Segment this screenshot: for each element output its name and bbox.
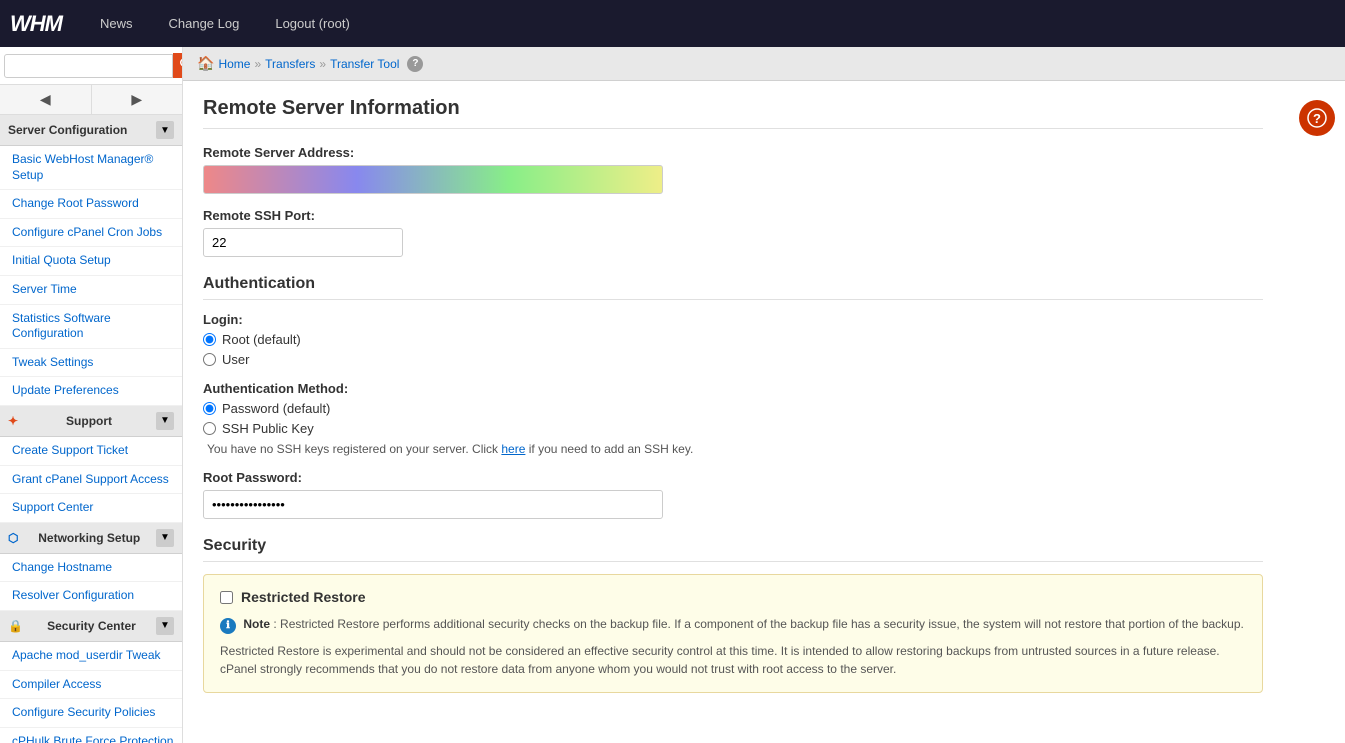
login-root-option[interactable]: Root (default): [203, 332, 1263, 347]
breadcrumb: 🏠 Home » Transfers » Transfer Tool ?: [183, 47, 1345, 81]
auth-ssh-option[interactable]: SSH Public Key: [203, 421, 1263, 436]
security-desc-text: Restricted Restore is experimental and s…: [220, 642, 1246, 678]
section-label-networking-setup: Networking Setup: [38, 531, 140, 545]
note-text: : Restricted Restore performs additional…: [273, 617, 1244, 631]
security-section-title: Security: [203, 537, 1263, 562]
login-user-label: User: [222, 352, 249, 367]
nav-back-button[interactable]: ◀: [0, 85, 92, 114]
note-icon: ℹ: [220, 618, 236, 634]
sidebar-item-configure-cpanel-cron[interactable]: Configure cPanel Cron Jobs: [0, 219, 182, 248]
sidebar-item-change-hostname[interactable]: Change Hostname: [0, 554, 182, 583]
sidebar-item-apache-mod-userdir[interactable]: Apache mod_userdir Tweak: [0, 642, 182, 671]
sidebar-item-statistics-software[interactable]: Statistics Software Configuration: [0, 305, 182, 349]
logout-link[interactable]: Logout (root): [267, 12, 357, 35]
section-toggle-networking-setup[interactable]: ▼: [156, 529, 174, 547]
sidebar-item-tweak-settings[interactable]: Tweak Settings: [0, 349, 182, 378]
restricted-restore-row: Restricted Restore: [220, 589, 1246, 605]
section-label-support: Support: [66, 414, 112, 428]
sidebar-item-resolver-config[interactable]: Resolver Configuration: [0, 582, 182, 611]
page-body: Remote Server Information Remote Server …: [183, 81, 1283, 709]
restricted-restore-label: Restricted Restore: [241, 589, 366, 605]
login-label: Login:: [203, 312, 1263, 327]
sidebar-item-basic-webhost-setup[interactable]: Basic WebHost Manager® Setup: [0, 146, 182, 190]
breadcrumb-transfers[interactable]: Transfers: [265, 57, 315, 71]
login-radio-group: Root (default) User: [203, 332, 1263, 367]
breadcrumb-sep2: »: [319, 57, 326, 71]
root-password-input[interactable]: [203, 490, 663, 519]
remote-ssh-port-label: Remote SSH Port:: [203, 208, 1263, 223]
sidebar-section-security-center[interactable]: 🔒Security Center ▼: [0, 611, 182, 642]
section-toggle-security-center[interactable]: ▼: [156, 617, 174, 635]
note-box: ℹ Note : Restricted Restore performs add…: [220, 615, 1246, 634]
root-password-group: Root Password:: [203, 470, 1263, 519]
auth-method-label: Authentication Method:: [203, 381, 1263, 396]
login-user-radio[interactable]: [203, 353, 216, 366]
remote-server-address-group: Remote Server Address:: [203, 145, 1263, 194]
sidebar-section-support[interactable]: ✦Support ▼: [0, 406, 182, 437]
section-label-security-center: Security Center: [47, 619, 136, 633]
page-title: Remote Server Information: [203, 97, 1263, 129]
auth-ssh-radio[interactable]: [203, 422, 216, 435]
breadcrumb-home[interactable]: Home: [218, 57, 250, 71]
main-layout: ◀ ▶ Server Configuration ▼Basic WebHost …: [0, 47, 1345, 743]
nav-arrows: ◀ ▶: [0, 85, 182, 115]
ssh-note-link[interactable]: here: [501, 442, 525, 456]
breadcrumb-help-icon[interactable]: ?: [407, 56, 423, 72]
sidebar-item-compiler-access[interactable]: Compiler Access: [0, 671, 182, 700]
section-label-server-configuration: Server Configuration: [8, 123, 127, 137]
sidebar-section-networking-setup[interactable]: ⬡Networking Setup ▼: [0, 523, 182, 554]
news-link[interactable]: News: [92, 12, 141, 35]
breadcrumb-current: Transfer Tool: [330, 57, 399, 71]
login-root-label: Root (default): [222, 332, 301, 347]
restricted-restore-checkbox[interactable]: [220, 591, 233, 604]
auth-password-option[interactable]: Password (default): [203, 401, 1263, 416]
main-content: 🏠 Home » Transfers » Transfer Tool ? Rem…: [183, 47, 1345, 743]
ssh-key-note: You have no SSH keys registered on your …: [203, 442, 1263, 456]
sidebar-item-configure-security-policies[interactable]: Configure Security Policies: [0, 699, 182, 728]
ssh-note-prefix: You have no SSH keys registered on your …: [207, 442, 501, 456]
auth-password-label: Password (default): [222, 401, 330, 416]
search-bar: [0, 47, 182, 85]
note-bold: Note: [243, 617, 270, 631]
top-navigation: WHM News Change Log Logout (root): [0, 0, 1345, 47]
login-group: Login: Root (default) User: [203, 312, 1263, 367]
sidebar-item-change-root-password[interactable]: Change Root Password: [0, 190, 182, 219]
security-box: Restricted Restore ℹ Note : Restricted R…: [203, 574, 1263, 693]
sidebar-item-update-preferences[interactable]: Update Preferences: [0, 377, 182, 406]
breadcrumb-sep1: »: [254, 57, 261, 71]
sidebar-item-grant-cpanel-support[interactable]: Grant cPanel Support Access: [0, 466, 182, 495]
home-icon: 🏠: [197, 55, 214, 72]
auth-method-radio-group: Password (default) SSH Public Key: [203, 401, 1263, 436]
remote-server-address-input[interactable]: [203, 165, 663, 194]
changelog-link[interactable]: Change Log: [161, 12, 248, 35]
sidebar-section-server-configuration[interactable]: Server Configuration ▼: [0, 115, 182, 146]
login-root-radio[interactable]: [203, 333, 216, 346]
login-user-option[interactable]: User: [203, 352, 1263, 367]
search-input[interactable]: [4, 54, 173, 78]
sidebar-item-create-support-ticket[interactable]: Create Support Ticket: [0, 437, 182, 466]
auth-password-radio[interactable]: [203, 402, 216, 415]
nav-forward-button[interactable]: ▶: [92, 85, 183, 114]
sidebar-item-cphulk-brute-force[interactable]: cPHulk Brute Force Protection: [0, 728, 182, 743]
auth-ssh-label: SSH Public Key: [222, 421, 314, 436]
remote-address-label: Remote Server Address:: [203, 145, 1263, 160]
remote-ssh-port-input[interactable]: [203, 228, 403, 257]
search-button[interactable]: [173, 53, 183, 78]
sidebar-item-initial-quota-setup[interactable]: Initial Quota Setup: [0, 247, 182, 276]
authentication-section-title: Authentication: [203, 275, 1263, 300]
whm-logo: WHM: [10, 11, 62, 37]
ssh-note-suffix: if you need to add an SSH key.: [525, 442, 693, 456]
sidebar-item-support-center[interactable]: Support Center: [0, 494, 182, 523]
sidebar: ◀ ▶ Server Configuration ▼Basic WebHost …: [0, 47, 183, 743]
auth-method-group: Authentication Method: Password (default…: [203, 381, 1263, 456]
help-bubble[interactable]: ?: [1299, 100, 1335, 136]
remote-ssh-port-group: Remote SSH Port:: [203, 208, 1263, 257]
section-toggle-support[interactable]: ▼: [156, 412, 174, 430]
sidebar-item-server-time[interactable]: Server Time: [0, 276, 182, 305]
sidebar-sections: Server Configuration ▼Basic WebHost Mana…: [0, 115, 182, 743]
svg-text:?: ?: [1313, 111, 1321, 126]
section-toggle-server-configuration[interactable]: ▼: [156, 121, 174, 139]
root-password-label: Root Password:: [203, 470, 1263, 485]
